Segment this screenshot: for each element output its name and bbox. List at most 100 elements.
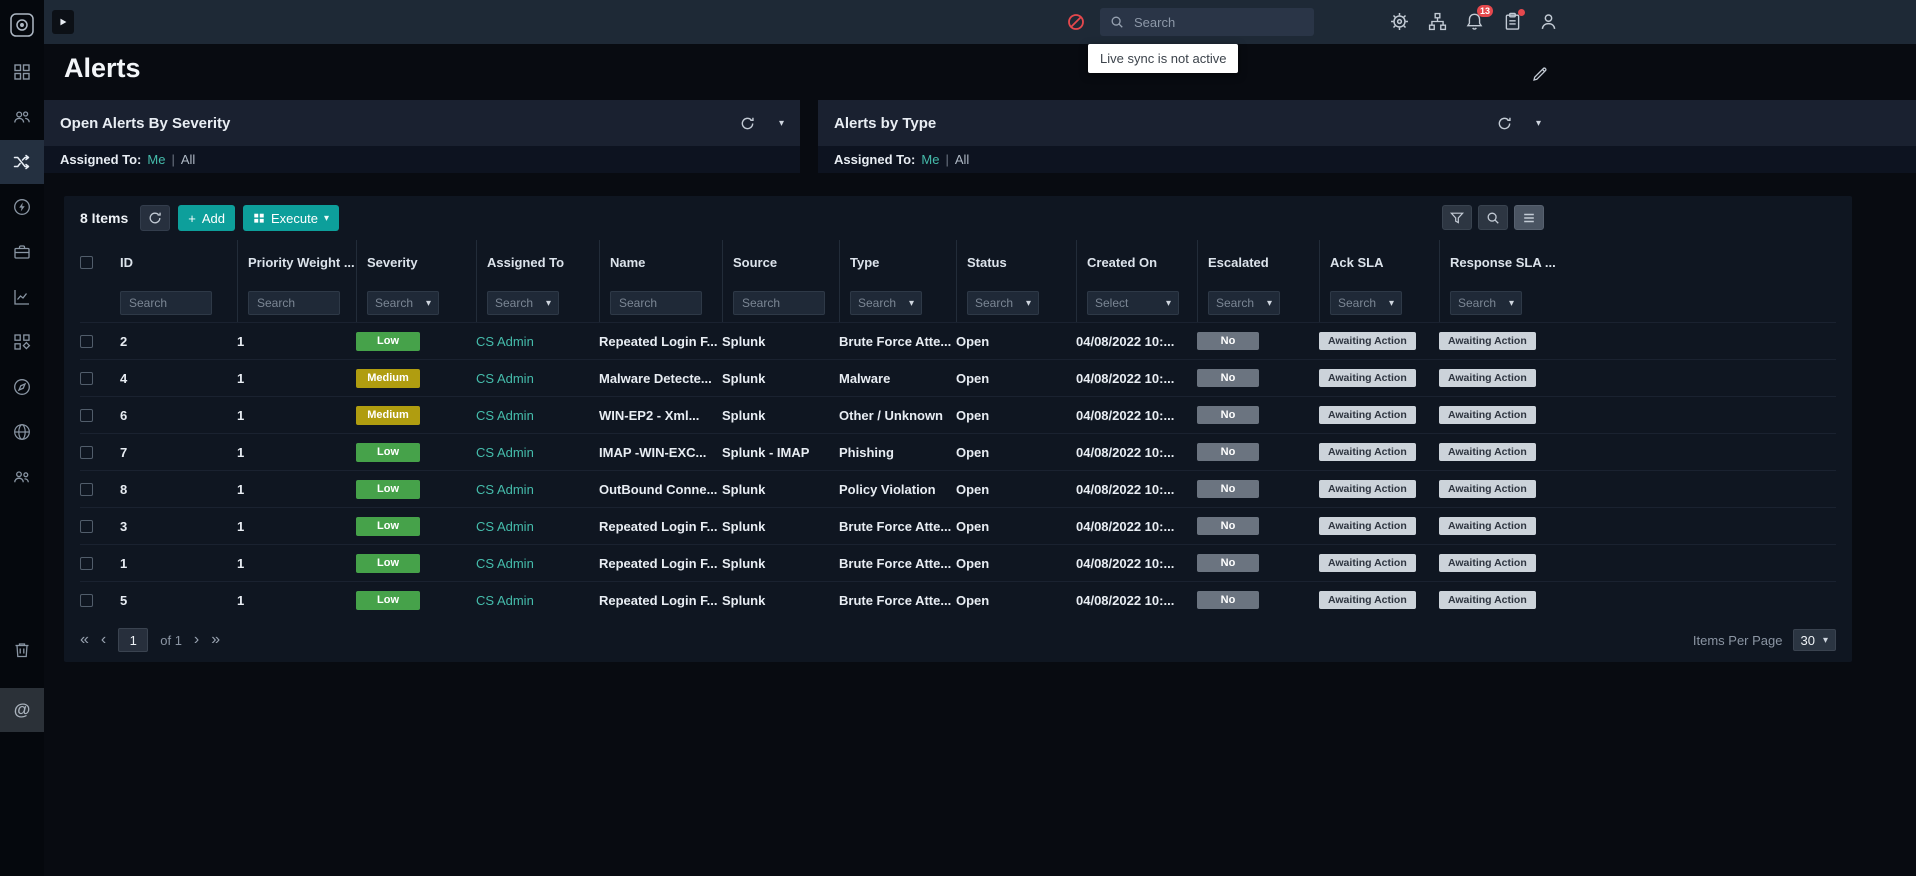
widget-refresh-icon[interactable] <box>740 116 755 131</box>
cell-assigned-to[interactable]: CS Admin <box>476 519 599 534</box>
sidebar-item-dashboards[interactable] <box>0 50 44 94</box>
row-checkbox[interactable] <box>80 483 93 496</box>
prev-page-button[interactable]: ‹ <box>101 632 106 648</box>
filter-id-input[interactable] <box>120 291 212 315</box>
sidebar-expand-button[interactable] <box>52 10 74 34</box>
column-header-ack-sla[interactable]: Ack SLA <box>1319 240 1439 284</box>
column-header-status[interactable]: Status <box>956 240 1076 284</box>
sidebar-item-navigator[interactable] <box>0 365 44 409</box>
filter-severity-select[interactable]: Search▾ <box>367 291 439 315</box>
cell-assigned-to[interactable]: CS Admin <box>476 334 599 349</box>
alert-row[interactable]: 1 1 Low CS Admin Repeated Login F... Spl… <box>80 544 1836 581</box>
sidebar-item-war-rooms[interactable] <box>0 230 44 274</box>
row-checkbox[interactable] <box>80 594 93 607</box>
filter-status-select[interactable]: Search▾ <box>967 291 1039 315</box>
grid-refresh-button[interactable] <box>140 205 170 231</box>
alert-row[interactable]: 4 1 Medium CS Admin Malware Detecte... S… <box>80 359 1836 396</box>
sidebar-item-recycle-bin[interactable] <box>0 628 44 672</box>
widget-refresh-icon[interactable] <box>1497 116 1512 131</box>
pending-tasks-icon[interactable] <box>1503 12 1523 32</box>
org-hierarchy-icon[interactable] <box>1428 12 1448 32</box>
sidebar-item-queue-management[interactable] <box>0 95 44 139</box>
filter-source-input[interactable] <box>733 291 825 315</box>
alert-row[interactable]: 2 1 Low CS Admin Repeated Login F... Spl… <box>80 322 1836 359</box>
edit-dashboard-icon[interactable] <box>1531 65 1549 83</box>
app-logo-icon[interactable] <box>0 7 44 43</box>
filter-priority-weight-input[interactable] <box>248 291 340 315</box>
items-per-page-select[interactable]: 30 ▾ <box>1793 629 1837 651</box>
cell-assigned-to[interactable]: CS Admin <box>476 556 599 571</box>
filter-button[interactable] <box>1442 205 1472 230</box>
cell-assigned-to[interactable]: CS Admin <box>476 408 599 423</box>
column-header-severity[interactable]: Severity <box>356 240 476 284</box>
current-page-input[interactable]: 1 <box>118 628 148 652</box>
filter-response-sla-select[interactable]: Search▾ <box>1450 291 1522 315</box>
row-checkbox[interactable] <box>80 372 93 385</box>
alert-row[interactable]: 6 1 Medium CS Admin WIN-EP2 - Xml... Spl… <box>80 396 1836 433</box>
cell-assigned-to[interactable]: CS Admin <box>476 445 599 460</box>
settings-gear-icon[interactable] <box>1390 12 1410 32</box>
cell-name[interactable]: Repeated Login F... <box>599 519 722 534</box>
filter-created-on-select[interactable]: Select▾ <box>1087 291 1179 315</box>
sidebar-item-automation[interactable] <box>0 185 44 229</box>
grid-search-button[interactable] <box>1478 205 1508 230</box>
select-all-checkbox[interactable] <box>80 256 93 269</box>
column-header-response-sla[interactable]: Response SLA ... <box>1439 240 1836 284</box>
alert-row[interactable]: 7 1 Low CS Admin IMAP -WIN-EXC... Splunk… <box>80 433 1836 470</box>
sidebar-item-incident-response[interactable] <box>0 140 44 184</box>
column-header-escalated[interactable]: Escalated <box>1197 240 1319 284</box>
cell-name[interactable]: IMAP -WIN-EXC... <box>599 445 722 460</box>
cell-assigned-to[interactable]: CS Admin <box>476 593 599 608</box>
cell-assigned-to[interactable]: CS Admin <box>476 371 599 386</box>
filter-ack-sla-select[interactable]: Search▾ <box>1330 291 1402 315</box>
assigned-all-link[interactable]: All <box>181 152 195 167</box>
notifications-bell-icon[interactable]: 13 <box>1465 12 1485 32</box>
row-checkbox[interactable] <box>80 557 93 570</box>
column-header-source[interactable]: Source <box>722 240 839 284</box>
column-header-name[interactable]: Name <box>599 240 722 284</box>
column-header-type[interactable]: Type <box>839 240 956 284</box>
assigned-me-link[interactable]: Me <box>147 152 165 167</box>
column-header-id[interactable]: ID <box>120 240 237 284</box>
column-header-priority-weight[interactable]: Priority Weight ... <box>237 240 356 284</box>
filter-name-input[interactable] <box>610 291 702 315</box>
row-checkbox[interactable] <box>80 335 93 348</box>
next-page-button[interactable]: › <box>194 632 199 648</box>
row-checkbox[interactable] <box>80 409 93 422</box>
sidebar-item-reports[interactable] <box>0 275 44 319</box>
global-search-input[interactable] <box>1132 14 1312 31</box>
column-header-created-on[interactable]: Created On <box>1076 240 1197 284</box>
alert-row[interactable]: 5 1 Low CS Admin Repeated Login F... Spl… <box>80 581 1836 618</box>
user-profile-icon[interactable] <box>1539 12 1559 32</box>
assigned-all-link[interactable]: All <box>955 152 969 167</box>
column-settings-button[interactable] <box>1514 205 1544 230</box>
chevron-down-icon[interactable]: ▾ <box>779 118 784 129</box>
sidebar-item-widget-library[interactable] <box>0 320 44 364</box>
first-page-button[interactable]: « <box>80 632 89 648</box>
assigned-me-link[interactable]: Me <box>921 152 939 167</box>
add-button[interactable]: + Add <box>178 205 235 231</box>
execute-button[interactable]: Execute ▾ <box>243 205 339 231</box>
filter-assigned-to-select[interactable]: Search▾ <box>487 291 559 315</box>
filter-escalated-select[interactable]: Search▾ <box>1208 291 1280 315</box>
cell-name[interactable]: Malware Detecte... <box>599 371 722 386</box>
column-header-assigned-to[interactable]: Assigned To <box>476 240 599 284</box>
cell-name[interactable]: Repeated Login F... <box>599 334 722 349</box>
alert-row[interactable]: 3 1 Low CS Admin Repeated Login F... Spl… <box>80 507 1836 544</box>
cell-name[interactable]: Repeated Login F... <box>599 556 722 571</box>
chevron-down-icon[interactable]: ▾ <box>1536 118 1541 129</box>
sidebar-item-user-management[interactable] <box>0 455 44 499</box>
cell-name[interactable]: OutBound Conne... <box>599 482 722 497</box>
alert-row[interactable]: 8 1 Low CS Admin OutBound Conne... Splun… <box>80 470 1836 507</box>
cell-name[interactable]: WIN-EP2 - Xml... <box>599 408 722 423</box>
sidebar-item-support[interactable]: @ <box>0 688 44 732</box>
last-page-button[interactable]: » <box>211 632 220 648</box>
global-search[interactable] <box>1100 8 1314 36</box>
sidebar-item-connectors[interactable] <box>0 410 44 454</box>
row-checkbox[interactable] <box>80 446 93 459</box>
cell-assigned-to[interactable]: CS Admin <box>476 482 599 497</box>
row-checkbox[interactable] <box>80 520 93 533</box>
live-sync-disabled-icon[interactable] <box>1066 12 1086 32</box>
cell-name[interactable]: Repeated Login F... <box>599 593 722 608</box>
filter-type-select[interactable]: Search▾ <box>850 291 922 315</box>
